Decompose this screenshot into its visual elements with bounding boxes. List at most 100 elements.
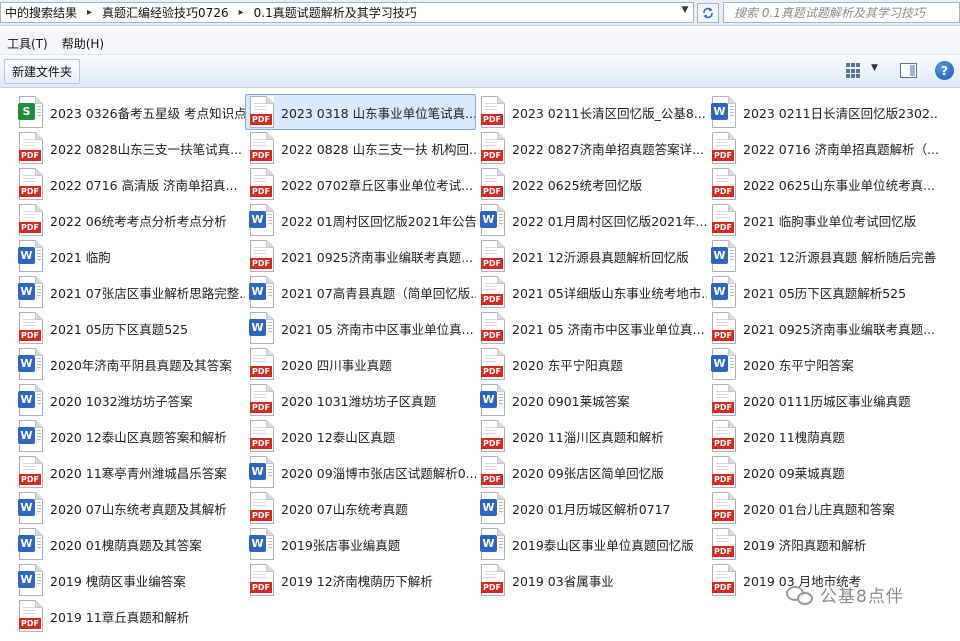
file-item[interactable]: W 2021 07高青县真题（简单回忆版...: [245, 274, 476, 310]
file-item[interactable]: PDF 2021 05历下区真题525: [14, 310, 245, 346]
file-item[interactable]: PDF 2019 03省属事业: [476, 562, 707, 598]
file-item[interactable]: PDF 2021 05详细版山东事业统考地市...: [476, 274, 707, 310]
file-item[interactable]: PDF 2020 09张店区简单回忆版: [476, 454, 707, 490]
search-box[interactable]: [723, 2, 960, 23]
file-item[interactable]: PDF 2022 06统考考点分析考点分析: [14, 202, 245, 238]
file-item[interactable]: S 2023 0326备考五星级 考点知识点: [14, 94, 245, 130]
watermark-text: 公基8点伴: [820, 587, 904, 607]
file-name: 2021 12沂源县真题解析回忆版: [512, 249, 689, 265]
file-item[interactable]: PDF 2020 东平宁阳真题: [476, 346, 707, 382]
file-item[interactable]: PDF 2019 11章丘真题和解析: [14, 598, 245, 634]
file-item[interactable]: PDF 2022 0827济南单招真题答案详...: [476, 130, 707, 166]
address-dropdown-icon[interactable]: ▼: [678, 5, 692, 19]
new-folder-button[interactable]: 新建文件夹: [4, 59, 81, 84]
file-item[interactable]: W 2022 01月周村区回忆版2021年...: [476, 202, 707, 238]
file-item[interactable]: PDF 2020 11寒亭青州潍城昌乐答案: [14, 454, 245, 490]
breadcrumb-item[interactable]: 0.1真题试题解析及其学习技巧: [250, 4, 419, 21]
file-item[interactable]: PDF 2022 0716 高清版 济南单招真...: [14, 166, 245, 202]
file-name: 2020 07山东统考真题: [281, 501, 408, 517]
file-name: 2023 0326备考五星级 考点知识点: [50, 105, 245, 121]
pdf-file-icon: PDF: [480, 240, 506, 272]
breadcrumb-separator-icon[interactable]: ▸: [231, 7, 250, 18]
file-item[interactable]: PDF 2021 12沂源县真题解析回忆版: [476, 238, 707, 274]
file-item[interactable]: W 2020年济南平阴县真题及其答案: [14, 346, 245, 382]
view-options-icon[interactable]: [846, 63, 862, 79]
file-item[interactable]: PDF 2022 0716 济南单招真题解析（...: [707, 130, 938, 166]
view-dropdown-icon[interactable]: ▼: [871, 63, 878, 73]
file-item[interactable]: PDF 2023 0318 山东事业单位笔试真...: [245, 94, 476, 130]
file-item[interactable]: PDF 2020 1031潍坊坊子区真题: [245, 382, 476, 418]
word-file-icon: W: [18, 276, 44, 308]
word-file-icon: W: [711, 96, 737, 128]
pdf-file-icon: PDF: [711, 528, 737, 560]
pdf-file-icon: PDF: [711, 420, 737, 452]
spreadsheet-file-icon: S: [18, 96, 44, 128]
file-item[interactable]: W 2020 01月历城区解析0717: [476, 490, 707, 526]
pdf-file-icon: PDF: [480, 456, 506, 488]
file-item[interactable]: PDF 2022 0828 山东三支一扶 机构回...: [245, 130, 476, 166]
pdf-file-icon: PDF: [480, 312, 506, 344]
menu-item[interactable]: 工具(T): [0, 35, 55, 52]
pdf-file-icon: PDF: [18, 600, 44, 632]
file-item[interactable]: W 2019 槐荫区事业编答案: [14, 562, 245, 598]
file-item[interactable]: PDF 2020 12泰山区真题: [245, 418, 476, 454]
file-item[interactable]: W 2021 07张店区事业解析思路完整...: [14, 274, 245, 310]
word-file-icon: W: [249, 528, 275, 560]
file-item[interactable]: W 2020 1032潍坊坊子答案: [14, 382, 245, 418]
file-item[interactable]: PDF 2021 0925济南事业编联考真题...: [707, 310, 938, 346]
file-item[interactable]: PDF 2019 12济南槐荫历下解析: [245, 562, 476, 598]
file-name: 2022 0828 山东三支一扶 机构回...: [281, 141, 476, 157]
breadcrumb-item[interactable]: 中的搜索结果: [1, 4, 79, 21]
file-name: 2023 0318 山东事业单位笔试真...: [281, 105, 475, 121]
search-input[interactable]: [724, 3, 934, 22]
pdf-file-icon: PDF: [18, 132, 44, 164]
address-bar[interactable]: 中的搜索结果 ▸ 真题汇编经验技巧0726 ▸ 0.1真题试题解析及其学习技巧: [0, 2, 694, 23]
file-item[interactable]: W 2021 临朐: [14, 238, 245, 274]
file-name: 2021 12沂源县真题 解析随后完善: [743, 249, 937, 265]
file-item[interactable]: PDF 2020 11淄川区真题和解析: [476, 418, 707, 454]
file-item[interactable]: PDF 2022 0702章丘区事业单位考试...: [245, 166, 476, 202]
preview-pane-icon[interactable]: [900, 63, 917, 78]
refresh-button[interactable]: [697, 3, 719, 23]
file-item[interactable]: W 2021 05历下区真题解析525: [707, 274, 938, 310]
file-item[interactable]: W 2020 07山东统考真题及其解析: [14, 490, 245, 526]
file-name: 2021 05历下区真题525: [50, 321, 189, 337]
file-name: 2020 12泰山区真题: [281, 429, 396, 445]
file-item[interactable]: PDF 2020 09莱城真题: [707, 454, 938, 490]
file-item[interactable]: PDF 2020 01台儿庄真题和答案: [707, 490, 938, 526]
file-item[interactable]: W 2019泰山区事业单位真题回忆版: [476, 526, 707, 562]
file-item[interactable]: PDF 2021 05 济南市中区事业单位真...: [476, 310, 707, 346]
file-item[interactable]: PDF 2021 0925济南事业编联考真题...: [245, 238, 476, 274]
pdf-file-icon: PDF: [249, 240, 275, 272]
file-item[interactable]: PDF 2022 0625山东事业单位统考真...: [707, 166, 938, 202]
file-name: 2020 11淄川区真题和解析: [512, 429, 664, 445]
file-item[interactable]: W 2022 01周村区回忆版2021年公告: [245, 202, 476, 238]
file-item[interactable]: PDF 2020 11槐荫真题: [707, 418, 938, 454]
refresh-icon: [703, 7, 713, 19]
file-item[interactable]: PDF 2022 0625统考回忆版: [476, 166, 707, 202]
word-file-icon: W: [18, 420, 44, 452]
file-item[interactable]: W 2020 01槐荫真题及其答案: [14, 526, 245, 562]
file-item[interactable]: PDF 2020 四川事业真题: [245, 346, 476, 382]
word-file-icon: W: [711, 276, 737, 308]
file-item[interactable]: PDF 2021 临朐事业单位考试回忆版: [707, 202, 938, 238]
breadcrumb-separator-icon[interactable]: ▸: [79, 7, 98, 18]
help-icon[interactable]: ?: [935, 61, 954, 80]
file-item[interactable]: W 2023 0211日长清区回忆版2302...: [707, 94, 938, 130]
file-item[interactable]: W 2020 东平宁阳答案: [707, 346, 938, 382]
file-item[interactable]: W 2020 12泰山区真题答案和解析: [14, 418, 245, 454]
pdf-file-icon: PDF: [711, 204, 737, 236]
file-item[interactable]: PDF 2022 0828山东三支一扶笔试真...: [14, 130, 245, 166]
file-item[interactable]: W 2020 09淄博市张店区试题解析0...: [245, 454, 476, 490]
file-item[interactable]: PDF 2020 0111历城区事业编真题: [707, 382, 938, 418]
file-item[interactable]: W 2020 0901莱城答案: [476, 382, 707, 418]
file-item[interactable]: PDF 2019 济阳真题和解析: [707, 526, 938, 562]
file-name: 2022 0716 高清版 济南单招真...: [50, 177, 238, 193]
breadcrumb-item[interactable]: 真题汇编经验技巧0726: [98, 4, 231, 21]
file-item[interactable]: W 2021 12沂源县真题 解析随后完善: [707, 238, 938, 274]
file-item[interactable]: PDF 2023 0211长清区回忆版_公基8...: [476, 94, 707, 130]
menu-item[interactable]: 帮助(H): [55, 35, 111, 52]
file-item[interactable]: PDF 2020 07山东统考真题: [245, 490, 476, 526]
file-item[interactable]: W 2021 05 济南市中区事业单位真...: [245, 310, 476, 346]
file-item[interactable]: W 2019张店事业编真题: [245, 526, 476, 562]
